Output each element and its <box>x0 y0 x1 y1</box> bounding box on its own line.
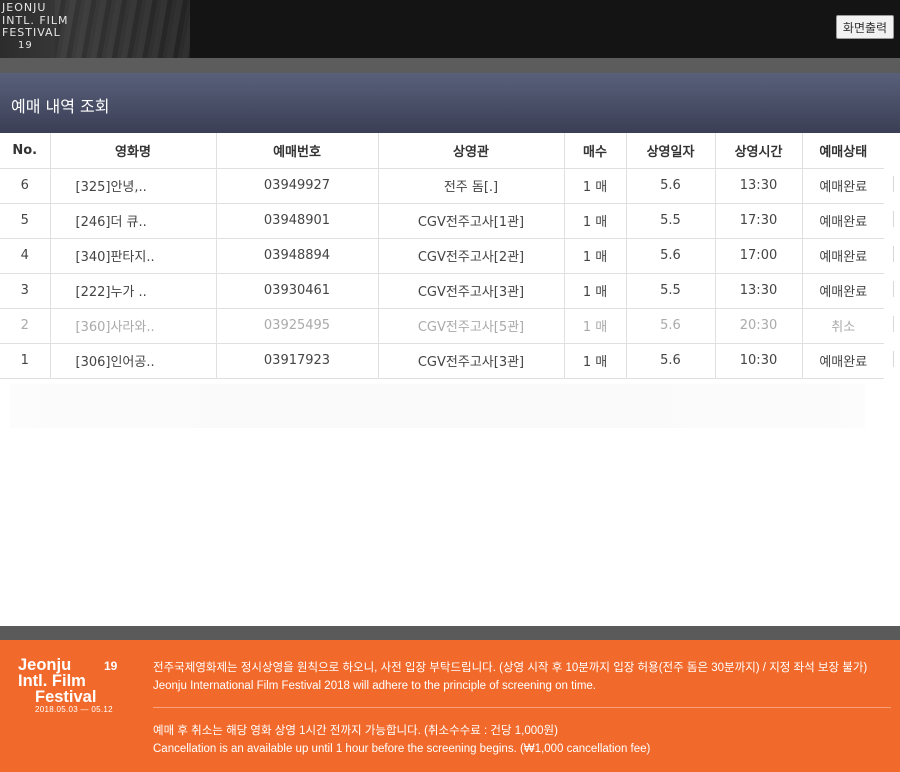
notice-korean-screening: 전주국제영화제는 정시상영을 원칙으로 하오니, 사전 입장 부탁드립니다. (… <box>153 662 868 674</box>
table-row-cancelled[interactable]: 2 [360]사라와.. 03925495 CGV전주고사[5관] 1 매 5.… <box>0 308 884 344</box>
column-header-booking-status: 예매상태 <box>802 133 884 169</box>
cell-venue: CGV전주고사[2관] <box>378 238 565 274</box>
cell-screening-date: 5.5 <box>626 273 716 309</box>
cell-screening-date: 5.6 <box>626 343 716 379</box>
cell-ticket-count: 1 매 <box>564 273 627 309</box>
cell-booking-number: 03917923 <box>216 343 379 379</box>
column-header-booking-number: 예매번호 <box>216 133 379 169</box>
cell-booking-status: 예매완료 <box>802 273 884 309</box>
cell-screening-time: 13:30 <box>715 273 803 309</box>
footer-divider <box>0 626 900 640</box>
cell-venue: CGV전주고사[3관] <box>378 343 565 379</box>
cell-ticket-count: 1 매 <box>564 308 627 344</box>
cell-booking-status: 예매완료 <box>802 203 884 239</box>
cell-screening-date: 5.5 <box>626 203 716 239</box>
title-bar: 예매 내역 조회 <box>0 73 900 133</box>
logo-text: JEONJU INTL. FILM FESTIVAL 19 <box>2 1 69 52</box>
cell-booking-number: 03925495 <box>216 308 379 344</box>
footer-notice: Jeonju Intl. Film Festival 19 2018.05.03… <box>0 640 900 772</box>
cell-film[interactable]: [325]안녕,.. <box>50 168 217 204</box>
cell-booking-status: 예매완료 <box>802 343 884 379</box>
footer-logo-line-2: Intl. Film <box>18 672 86 690</box>
cell-booking-number: 03948894 <box>216 238 379 274</box>
row-edge-divider <box>893 281 894 297</box>
logo-photo-background <box>55 0 190 58</box>
cell-film[interactable]: [222]누가 .. <box>50 273 217 309</box>
cell-no: 6 <box>0 168 51 204</box>
cell-film[interactable]: [246]더 큐.. <box>50 203 217 239</box>
cell-no: 1 <box>0 343 51 379</box>
cell-no: 5 <box>0 203 51 239</box>
festival-logo: JEONJU INTL. FILM FESTIVAL 19 <box>0 0 190 58</box>
table-row[interactable]: 5 [246]더 큐.. 03948901 CGV전주고사[1관] 1 매 5.… <box>0 203 884 239</box>
row-edge-divider <box>893 351 894 367</box>
cell-booking-status: 취소 <box>802 308 884 344</box>
cell-film[interactable]: [360]사라와.. <box>50 308 217 344</box>
cell-venue: CGV전주고사[5관] <box>378 308 565 344</box>
footer-logo-number: 19 <box>104 659 118 673</box>
cell-film[interactable]: [306]인어공.. <box>50 343 217 379</box>
table-row[interactable]: 3 [222]누가 .. 03930461 CGV전주고사[3관] 1 매 5.… <box>0 273 884 309</box>
table-row[interactable]: 6 [325]안녕,.. 03949927 전주 돔[.] 1 매 5.6 13… <box>0 168 884 204</box>
footer-festival-logo: Jeonju Intl. Film Festival <box>18 657 97 706</box>
cell-ticket-count: 1 매 <box>564 203 627 239</box>
cell-ticket-count: 1 매 <box>564 168 627 204</box>
notice-korean-cancellation: 예매 후 취소는 해당 영화 상영 1시간 전까지 가능합니다. (취소수수료 … <box>153 725 558 737</box>
footer-festival-dates: 2018.05.03 — 05.12 <box>35 705 113 714</box>
row-edge-divider <box>893 176 894 192</box>
cell-screening-time: 10:30 <box>715 343 803 379</box>
cell-venue: CGV전주고사[1관] <box>378 203 565 239</box>
column-header-venue: 상영관 <box>378 133 565 169</box>
cell-film[interactable]: [340]판타지.. <box>50 238 217 274</box>
logo-number: 19 <box>18 39 33 51</box>
cell-screening-date: 5.6 <box>626 168 716 204</box>
header-divider <box>0 58 900 73</box>
cell-booking-number: 03949927 <box>216 168 379 204</box>
footer-logo-line-3: Festival <box>35 688 97 706</box>
cell-venue: CGV전주고사[3관] <box>378 273 565 309</box>
cell-ticket-count: 1 매 <box>564 238 627 274</box>
cell-ticket-count: 1 매 <box>564 343 627 379</box>
cell-no: 2 <box>0 308 51 344</box>
page-title: 예매 내역 조회 <box>11 97 110 116</box>
row-edge-divider <box>893 316 894 332</box>
cell-screening-time: 13:30 <box>715 168 803 204</box>
column-header-screening-time: 상영시간 <box>715 133 803 169</box>
cell-screening-time: 20:30 <box>715 308 803 344</box>
table-row[interactable]: 1 [306]인어공.. 03917923 CGV전주고사[3관] 1 매 5.… <box>0 343 884 379</box>
table-row[interactable]: 4 [340]판타지.. 03948894 CGV전주고사[2관] 1 매 5.… <box>0 238 884 274</box>
cell-screening-date: 5.6 <box>626 308 716 344</box>
cell-screening-date: 5.6 <box>626 238 716 274</box>
cell-booking-number: 03930461 <box>216 273 379 309</box>
column-header-no: No. <box>0 133 51 169</box>
cell-screening-time: 17:00 <box>715 238 803 274</box>
row-edge-divider <box>893 246 894 262</box>
cell-no: 4 <box>0 238 51 274</box>
cell-screening-time: 17:30 <box>715 203 803 239</box>
notice-english-cancellation: Cancellation is an available up until 1 … <box>153 743 651 755</box>
cell-booking-status: 예매완료 <box>802 238 884 274</box>
cell-no: 3 <box>0 273 51 309</box>
column-header-screening-date: 상영일자 <box>626 133 716 169</box>
cell-booking-status: 예매완료 <box>802 168 884 204</box>
logo-line-2: INTL. FILM <box>2 13 69 27</box>
row-edge-divider <box>893 211 894 227</box>
booking-history-table: No. 영화명 예매번호 상영관 매수 상영일자 상영시간 예매상태 6 [32… <box>0 133 884 379</box>
table-header-row: No. 영화명 예매번호 상영관 매수 상영일자 상영시간 예매상태 <box>0 133 884 169</box>
faded-background-area <box>10 384 865 428</box>
logo-line-3: FESTIVAL <box>2 26 61 39</box>
column-header-film: 영화명 <box>50 133 217 169</box>
cell-booking-number: 03948901 <box>216 203 379 239</box>
top-header: JEONJU INTL. FILM FESTIVAL 19 화면출력 <box>0 0 900 58</box>
cell-venue: 전주 돔[.] <box>378 168 565 204</box>
column-header-ticket-count: 매수 <box>564 133 627 169</box>
print-screen-button[interactable]: 화면출력 <box>836 15 894 39</box>
notice-english-screening: Jeonju International Film Festival 2018 … <box>153 680 596 692</box>
footer-separator <box>153 707 891 708</box>
logo-line-1: JEONJU <box>2 1 47 14</box>
